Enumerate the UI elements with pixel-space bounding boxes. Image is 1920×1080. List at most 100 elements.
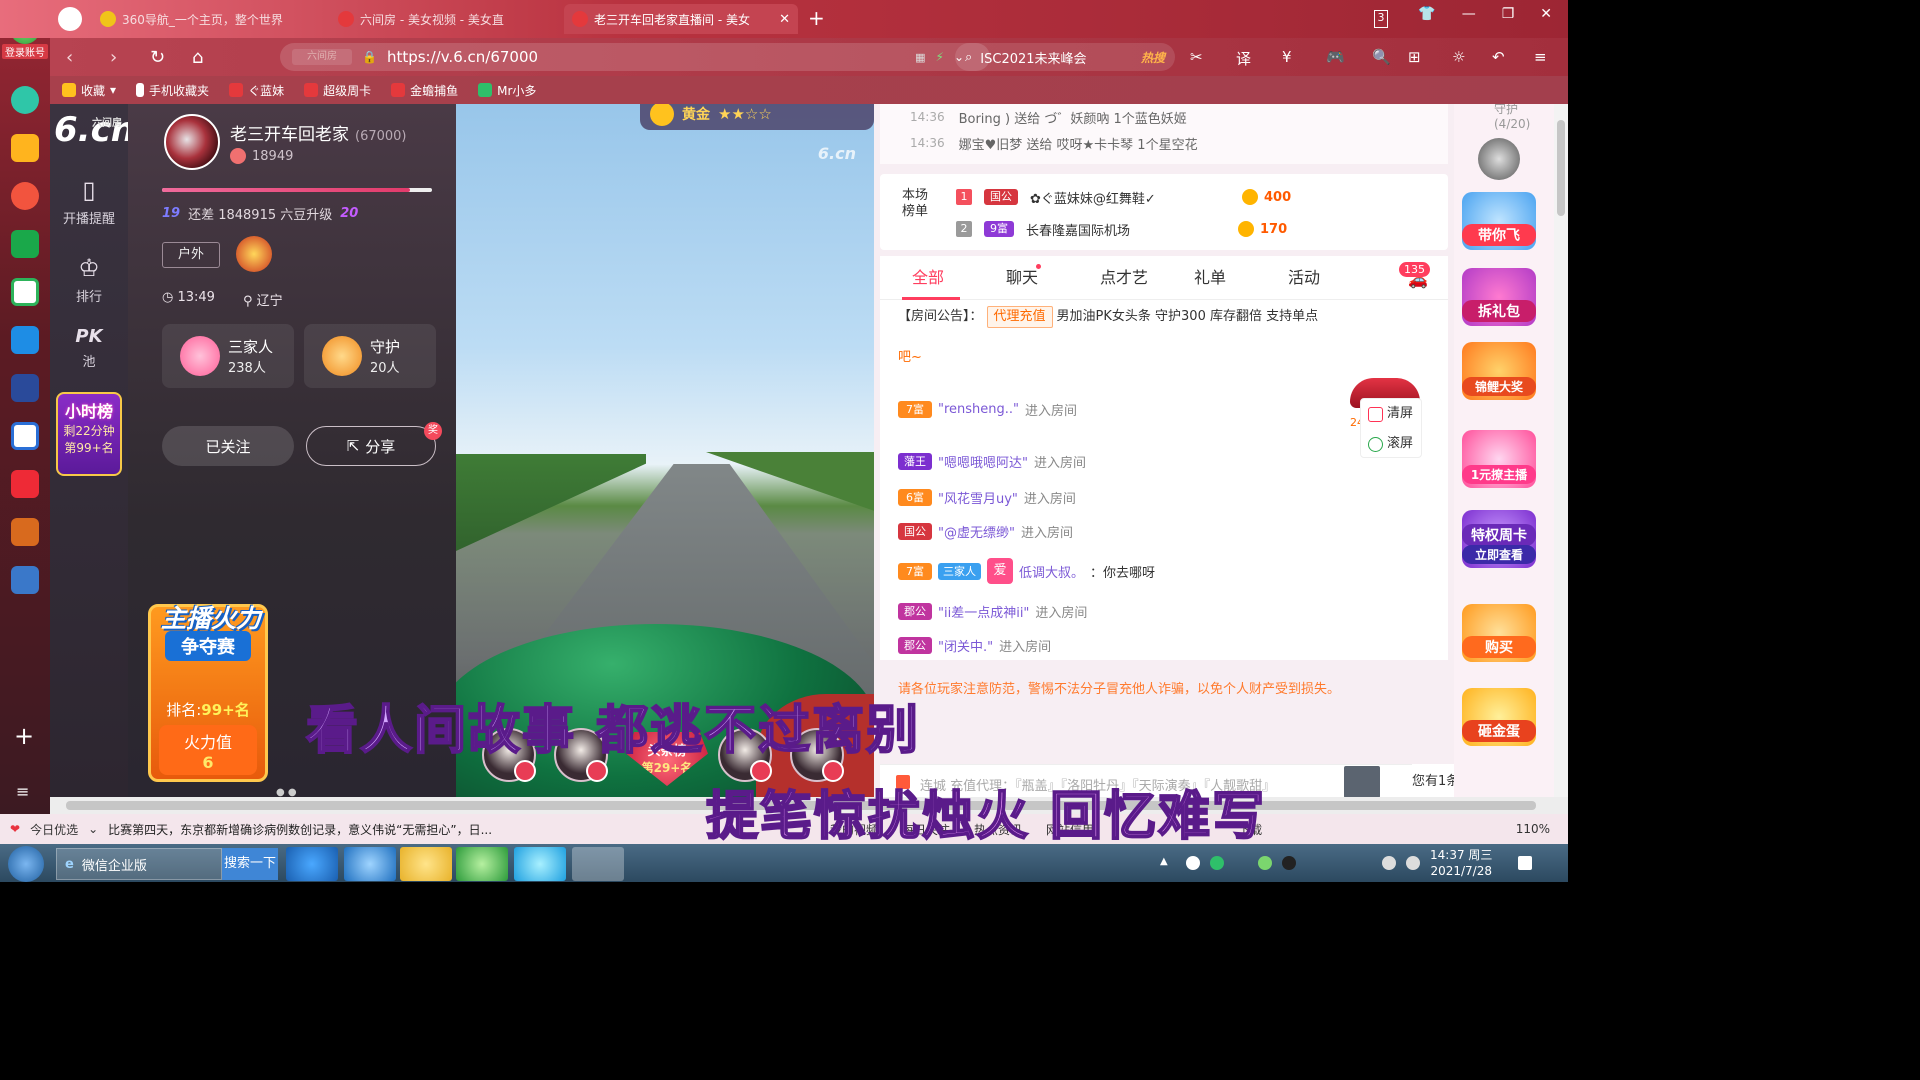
scroll-screen-button[interactable]: 滚屏 [1361,429,1421,459]
anchor-rank-badge[interactable]: 黄金 ★★☆☆ [640,104,874,130]
scroll-thumb[interactable] [1557,120,1565,216]
bolt-icon[interactable]: ⚡ [936,50,944,64]
tab-6cn[interactable]: 六间房 - 美女视频 - 美女直 [330,4,560,34]
tab-all[interactable]: 全部 [902,256,996,300]
nav-reminder[interactable]: ▯ 开播提醒 [50,176,128,227]
site-logo[interactable]: 6.cn 六间房 [54,110,135,150]
search-box[interactable]: ⌕ ISC2021未来峰会 热搜 [955,43,1175,71]
rail-weekcard[interactable]: 特权周卡 立即查看 [1462,510,1536,568]
translate-icon[interactable]: 译 [1236,48,1251,69]
minimize-icon[interactable]: — [1462,6,1476,22]
today-picks[interactable]: 今日优选 [30,821,78,838]
fire-contest-banner[interactable]: 主播火力 争夺赛 排名:99+名 火力值 6 [148,604,268,782]
cloud-icon[interactable] [11,278,39,306]
add-icon[interactable]: + [14,722,34,750]
gamepad-icon[interactable]: 🎮 [1326,48,1345,66]
word-icon[interactable] [11,422,39,450]
tray-arrow-icon[interactable]: ▲ [1160,856,1174,870]
refresh-tool-icon[interactable] [11,86,39,114]
rail-koi[interactable]: 锦鲤大奖 [1462,342,1536,400]
favorites-tool-icon[interactable] [11,134,39,162]
new-tab-button[interactable]: + [808,6,825,30]
forward-icon[interactable]: › [110,47,117,68]
maximize-icon[interactable]: ❐ [1502,6,1515,22]
brightness-icon[interactable]: ☼ [1452,48,1465,66]
taskbar-clock[interactable]: 14:37 周三 2021/7/28 [1430,847,1492,879]
game-app-icon[interactable] [11,374,39,402]
follow-button[interactable]: 已关注 [162,426,294,466]
rail-golden-egg[interactable]: 砸金蛋 [1462,688,1536,746]
guard-avatar[interactable] [1478,138,1520,180]
home-icon[interactable]: ⌂ [192,47,203,68]
clear-screen-button[interactable]: 清屏 [1361,399,1421,429]
vertical-scrollbar[interactable] [1554,104,1568,797]
nav-pk[interactable]: PK 池 [50,326,128,370]
taskbar-k-icon[interactable] [286,847,338,881]
bookmark-fishing[interactable]: 金蟾捕鱼 [391,82,458,99]
menu-lines-icon[interactable]: ≡ [1534,48,1547,66]
board-row[interactable]: 1 国公 ✿ぐ蓝妹妹@红舞鞋✓ 400 [956,186,1291,208]
scissors-icon[interactable]: ✂ [1190,48,1203,66]
start-button[interactable] [8,846,44,882]
category-tag[interactable]: 户外 [162,242,220,268]
coin-icon[interactable]: ¥ [1282,48,1292,66]
message-icon[interactable] [1344,766,1380,797]
hot-search-label[interactable]: 热搜 [1141,49,1165,66]
p-app-icon[interactable] [11,326,39,354]
zoom-level[interactable]: 110% [1516,822,1550,836]
bookmark-weekcard[interactable]: 超级周卡 [304,82,371,99]
bookmark-favorites[interactable]: 收藏 ▾ [62,82,116,99]
tab-360nav[interactable]: 360导航_一个主页，整个世界 [92,4,328,34]
qr-icon[interactable]: ▦ [915,51,925,64]
taskbar-active-app-icon[interactable] [572,847,624,881]
taskbar-wechat-work[interactable]: e 微信企业版 [56,848,222,880]
tray-360-icon[interactable] [1258,856,1272,870]
rail-tease[interactable]: 1元撩主播 [1462,430,1536,488]
taskbar-360-icon[interactable] [456,847,508,881]
grid-icon[interactable]: ⊞ [1408,48,1421,66]
taskbar-folder-icon[interactable] [400,847,452,881]
reload-icon[interactable]: ↻ [150,47,165,68]
tab-talent[interactable]: 点才艺 [1090,256,1184,300]
family-card[interactable]: 三家人 238人 [162,324,294,388]
rail-buy[interactable]: 购买 [1462,604,1536,662]
taskbar-search-button[interactable]: 搜索一下 [222,848,278,880]
compass-icon[interactable] [58,7,82,31]
share-button[interactable]: ⇱ 分享 [306,426,436,466]
login-label[interactable]: 登录账号 [2,44,48,59]
taskbar-ie-icon[interactable] [344,847,396,881]
weibo-icon[interactable] [11,182,39,210]
tray-volume-icon[interactable] [1406,856,1420,870]
board-title[interactable]: 本场榜单 [902,188,932,220]
game2-app-icon[interactable] [11,518,39,546]
hour-rank-badge[interactable]: 小时榜 剩22分钟 第99+名 [56,392,122,476]
action-center-icon[interactable] [1518,856,1532,870]
skin-icon[interactable]: 👕 [1418,6,1435,22]
menu-icon[interactable]: ≡ [16,782,29,801]
close-tab-icon[interactable]: ✕ [779,12,790,27]
bookmark-mrxiaoduo[interactable]: Mr小多 [478,82,536,99]
tray-bell-icon[interactable] [1186,856,1200,870]
tray-shield-icon[interactable] [1210,856,1224,870]
undo-icon[interactable]: ↶ [1492,48,1505,66]
tab-chat[interactable]: 聊天 [996,256,1090,300]
tab-count-badge[interactable]: 3 [1374,10,1388,28]
game3-app-icon[interactable] [11,566,39,594]
bookmark-lanmei[interactable]: ぐ蓝妹 [229,82,284,99]
back-icon[interactable]: ‹ [66,47,73,68]
tray-qq-icon[interactable] [1282,856,1296,870]
anchor-avatar[interactable] [164,114,220,170]
bookmark-mobile[interactable]: 手机收藏夹 [136,82,209,99]
magnifier-icon[interactable]: 🔍 [1372,48,1391,66]
rail-fly[interactable]: 带你飞 [1462,192,1536,250]
board-row[interactable]: 2 9富 长春隆嘉国际机场 170 [956,218,1287,240]
guard-card[interactable]: 守护 20人 [304,324,436,388]
tab-live-room[interactable]: 老三开车回老家直播间 - 美女 ✕ [564,4,798,34]
tray-network-icon[interactable] [1382,856,1396,870]
mail-icon[interactable] [11,230,39,258]
close-window-icon[interactable]: ✕ [1540,6,1552,22]
url-field[interactable]: 六间房 🔒 https://v.6.cn/67000 ▦ ⚡ ⌄ [280,43,990,71]
tab-activity[interactable]: 活动 [1278,256,1372,300]
news-ticker[interactable]: 比赛第四天，东京都新增确诊病例数创记录，意义伟说“无需担心”，日... [108,821,608,838]
notice-tag[interactable]: 代理充值 [986,306,1053,328]
